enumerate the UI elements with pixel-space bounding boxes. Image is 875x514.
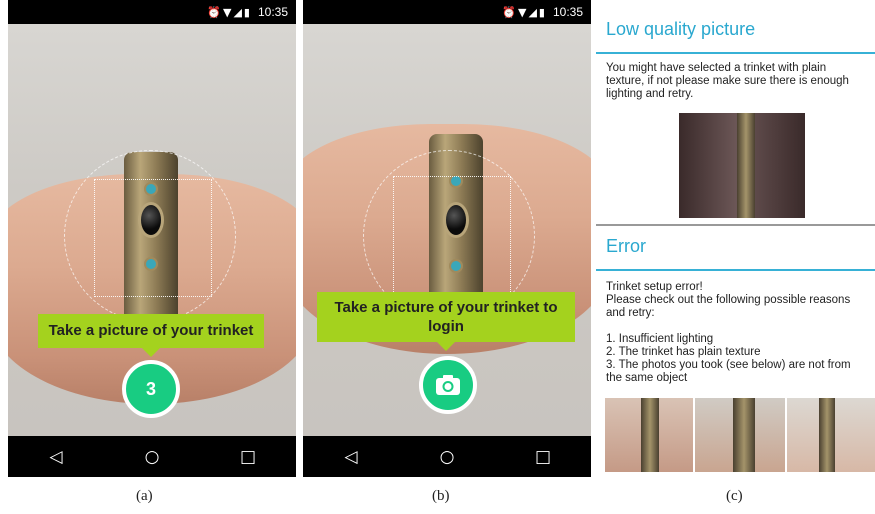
- low-quality-dialog: Low quality picture You might have selec…: [596, 14, 875, 109]
- error-reason3: 3. The photos you took (see below) are n…: [606, 359, 851, 384]
- prompt-banner: Take a picture of your trinket: [38, 314, 264, 348]
- error-title: Error: [596, 231, 875, 271]
- status-bar: ⏰▼◢▮ 10:35: [303, 0, 591, 24]
- error-reason2: 2. The trinket has plain texture: [606, 346, 761, 358]
- home-icon[interactable]: ○: [132, 447, 172, 467]
- camera-viewfinder[interactable]: Take a picture of your trinket 3: [8, 24, 296, 436]
- caption-b: (b): [432, 488, 450, 504]
- status-icons: ⏰▼◢▮: [502, 5, 547, 19]
- error-reason1: 1. Insufficient lighting: [606, 333, 714, 345]
- guide-square: [94, 179, 212, 297]
- caption-c: (c): [726, 488, 743, 504]
- status-time: 10:35: [257, 5, 288, 19]
- caption-a: (a): [136, 488, 153, 504]
- error-line2: Please check out the following possible …: [606, 294, 851, 319]
- recent-apps-icon[interactable]: □: [523, 447, 563, 467]
- bracelet-thumbnail: [819, 398, 835, 472]
- status-icons: ⏰▼◢▮: [207, 5, 252, 19]
- low-quality-title: Low quality picture: [596, 14, 875, 54]
- bracelet-thumbnail: [737, 113, 755, 218]
- error-thumbnail-2: [695, 398, 785, 472]
- countdown-number: 3: [145, 378, 156, 399]
- nav-bar: ◁ ○ □: [303, 436, 591, 477]
- status-time: 10:35: [552, 5, 583, 19]
- recent-apps-icon[interactable]: □: [228, 447, 268, 467]
- camera-capture-button[interactable]: [419, 356, 477, 414]
- low-quality-message: You might have selected a trinket with p…: [606, 62, 849, 100]
- back-icon[interactable]: ◁: [36, 447, 76, 467]
- phone-screen-a: ⏰▼◢▮ 10:35 Take a picture of your trinke…: [8, 0, 296, 477]
- home-icon[interactable]: ○: [427, 447, 467, 467]
- prompt-text: Take a picture of your trinket to login: [334, 299, 558, 335]
- error-dialog: Error Trinket setup error! Please check …: [596, 231, 875, 393]
- phone-screen-b: ⏰▼◢▮ 10:35 Take a picture of your trinke…: [303, 0, 591, 477]
- back-icon[interactable]: ◁: [331, 447, 371, 467]
- status-bar: ⏰▼◢▮ 10:35: [8, 0, 296, 24]
- error-thumbnail-1: [605, 398, 693, 472]
- prompt-banner: Take a picture of your trinket to login: [317, 292, 575, 342]
- camera-icon: [436, 375, 460, 395]
- low-quality-body: You might have selected a trinket with p…: [596, 54, 875, 109]
- nav-bar: ◁ ○ □: [8, 436, 296, 477]
- low-quality-thumbnail: [679, 113, 805, 218]
- error-line1: Trinket setup error!: [606, 281, 703, 293]
- bracelet-thumbnail: [733, 398, 755, 472]
- divider: [596, 224, 875, 226]
- error-thumbnail-3: [787, 398, 875, 472]
- prompt-tail: [437, 342, 455, 351]
- prompt-text: Take a picture of your trinket: [48, 322, 254, 339]
- dialog-panel: Low quality picture You might have selec…: [596, 0, 875, 477]
- prompt-tail: [142, 348, 160, 357]
- guide-square: [393, 176, 511, 294]
- camera-viewfinder[interactable]: Take a picture of your trinket to login: [303, 24, 591, 436]
- bracelet-thumbnail: [641, 398, 659, 472]
- error-body: Trinket setup error! Please check out th…: [596, 271, 875, 393]
- countdown-button[interactable]: 3: [122, 360, 180, 418]
